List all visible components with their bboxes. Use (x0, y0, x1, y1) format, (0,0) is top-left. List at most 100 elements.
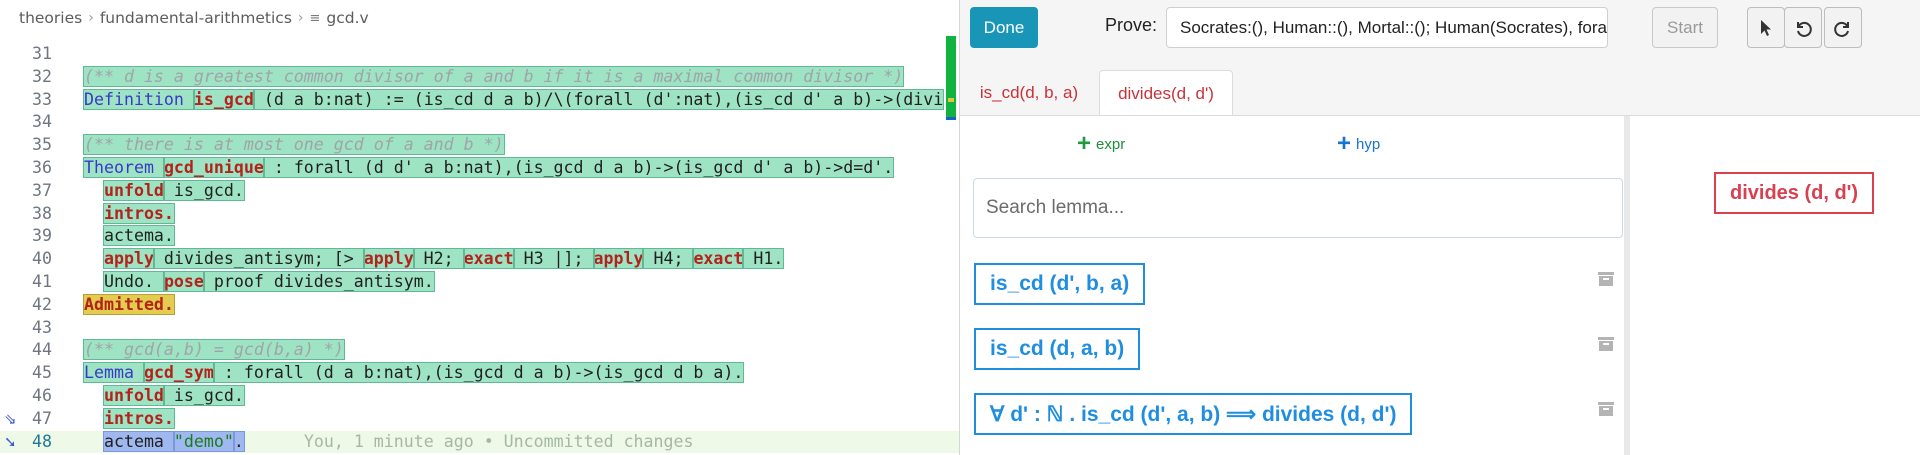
scrollbar-decoration[interactable] (946, 36, 956, 118)
code-line[interactable]: 42 Admitted. (0, 293, 959, 317)
line-number: 45 (32, 363, 52, 383)
code-line[interactable]: 38 intros. (0, 202, 959, 226)
app-window: theories › fundamental-arithmetics › ≡ g… (0, 0, 1920, 455)
redo-button[interactable] (1824, 7, 1862, 48)
code-token: divides_antisym; [> (152, 248, 365, 270)
line-number: 32 (32, 66, 52, 86)
trash-icon[interactable] (1598, 402, 1614, 416)
line-number: 36 (32, 157, 52, 177)
code-line[interactable]: 36 Theorem gcd_unique : forall (d d' a b:… (0, 156, 959, 180)
code-line[interactable]: 40 apply divides_antisym; [> apply H2; e… (0, 248, 959, 271)
code-text: Undo. pose proof divides_antisym. (84, 270, 435, 294)
code-line[interactable]: 45 Lemma gcd_sym : forall (d a b:nat),(is… (0, 362, 959, 385)
code-token: "demo" (172, 430, 235, 452)
code-token: H1. (742, 248, 785, 270)
code-token: gcd_unique (162, 156, 265, 178)
code-token: (** there is at most one gcd of a and b … (83, 134, 505, 156)
code-lines: 31 32 (** d is a greatest common divisor o… (0, 43, 959, 455)
hypothesis-item[interactable]: is_cd (d, a, b) (974, 328, 1141, 370)
goal-tabs: is_cd(d, b, a) divides(d, d') (960, 70, 1920, 116)
chevron-right-icon: › (88, 10, 94, 26)
code-line[interactable]: 33 Definition is_gcd (d a b:nat) := (is_c… (0, 88, 959, 112)
code-token: intros. (102, 202, 175, 224)
code-token: intros. (102, 407, 175, 429)
breadcrumb-item-file[interactable]: gcd.v (326, 9, 368, 27)
add-expr-label: expr (1096, 135, 1126, 153)
code-line[interactable]: 46 unfold is_gcd. (0, 384, 959, 408)
code-text: intros. (84, 202, 175, 226)
add-expr-button[interactable]: + expr (1077, 130, 1126, 157)
trash-icon[interactable] (1598, 272, 1614, 286)
code-line[interactable]: 37 unfold is_gcd. (0, 179, 959, 203)
code-line[interactable]: 39 actema. (0, 225, 959, 248)
plus-icon: + (1077, 130, 1092, 157)
code-token: Definition (83, 88, 195, 110)
code-text: unfold is_gcd. (84, 384, 245, 408)
code-line[interactable]: 44 (** gcd(a,b) = gcd(b,a) *) (0, 339, 959, 362)
prove-goal-input[interactable]: Socrates:(), Human::(), Mortal::(); Huma… (1166, 7, 1608, 48)
tab-goal-1[interactable]: divides(d, d') (1099, 70, 1233, 116)
goal-item[interactable]: divides (d, d') (1714, 172, 1875, 214)
chevron-right-icon: › (297, 10, 304, 26)
line-number: 34 (32, 112, 52, 132)
code-text: apply divides_antisym; [> apply H2; exac… (84, 248, 785, 271)
code-line[interactable]: ⇘ 47 intros. (0, 407, 959, 431)
add-hyp-button[interactable]: + hyp (1337, 132, 1380, 156)
redo-icon (1834, 21, 1849, 37)
code-token: unfold (102, 384, 165, 406)
code-line[interactable]: ➘ 48 actema "demo". You, 1 minute ago • Un… (0, 430, 959, 454)
code-token: Admitted. (83, 293, 175, 315)
trash-icon[interactable] (1598, 337, 1614, 351)
code-text: unfold is_gcd. (84, 179, 245, 203)
line-number: 47 (32, 408, 52, 428)
code-line[interactable]: 31 (0, 43, 959, 66)
pointer-icon (1761, 19, 1771, 36)
code-line[interactable]: 32 (** d is a greatest common divisor of … (0, 65, 959, 89)
code-token: apply (362, 248, 415, 270)
pointer-tool-button[interactable] (1747, 7, 1785, 48)
code-token: is_gcd (192, 88, 255, 110)
line-number: 43 (32, 317, 52, 337)
hypothesis-item[interactable]: is_cd (d', b, a) (974, 263, 1146, 305)
code-text: actema. (84, 225, 175, 248)
code-text: actema "demo". You, 1 minute ago • Uncomm… (84, 430, 694, 454)
line-number: 38 (32, 203, 52, 223)
code-token: is_gcd. (162, 384, 245, 406)
lemma-search-input[interactable]: Search lemma... (973, 178, 1623, 238)
code-token: actema. (102, 225, 175, 247)
hypotheses-pane: + expr + hyp Search lemma... is_cd (d', … (960, 116, 1624, 455)
done-button[interactable]: Done (970, 7, 1038, 48)
git-blame-annotation: You, 1 minute ago • Uncommitted changes (303, 431, 694, 451)
proof-workspace: + expr + hyp Search lemma... is_cd (d', … (960, 115, 1920, 455)
code-token: Lemma (83, 362, 145, 384)
line-number: 33 (32, 89, 52, 109)
code-line[interactable]: 35 (** there is at most one gcd of a and … (0, 134, 959, 157)
code-token: (** gcd(a,b) = gcd(b,a) *) (83, 339, 345, 361)
code-editor[interactable]: theories › fundamental-arithmetics › ≡ g… (0, 0, 959, 455)
code-token: (d a b:nat) := (is_cd d a b)/\(forall (d… (252, 88, 945, 110)
code-text: intros. (84, 407, 175, 431)
undo-button[interactable] (1784, 7, 1822, 48)
breadcrumb-item-theories[interactable]: theories (19, 9, 82, 27)
proof-panel: Done Prove: Socrates:(), Human::(), Mort… (959, 0, 1920, 455)
start-button[interactable]: Start (1652, 7, 1718, 48)
tab-goal-0[interactable]: is_cd(d, b, a) (960, 70, 1098, 116)
prove-label: Prove: (1105, 15, 1158, 35)
breadcrumb-item-folder[interactable]: fundamental-arithmetics (100, 9, 292, 27)
code-line[interactable]: 34 (0, 111, 959, 134)
code-token: exact (462, 248, 515, 270)
code-token: H3 |]; (512, 248, 595, 270)
line-number: 39 (32, 226, 52, 246)
code-token: is_gcd. (162, 179, 245, 201)
hypothesis-item[interactable]: ∀ d' : ℕ . is_cd (d', a, b) ⟹ divides (d… (974, 393, 1413, 435)
code-line[interactable]: 41 Undo. pose proof divides_antisym. (0, 270, 959, 294)
code-line[interactable]: 43 (0, 317, 959, 340)
code-text: (** d is a greatest common divisor of a … (82, 65, 905, 89)
code-token: H4; (642, 248, 695, 270)
